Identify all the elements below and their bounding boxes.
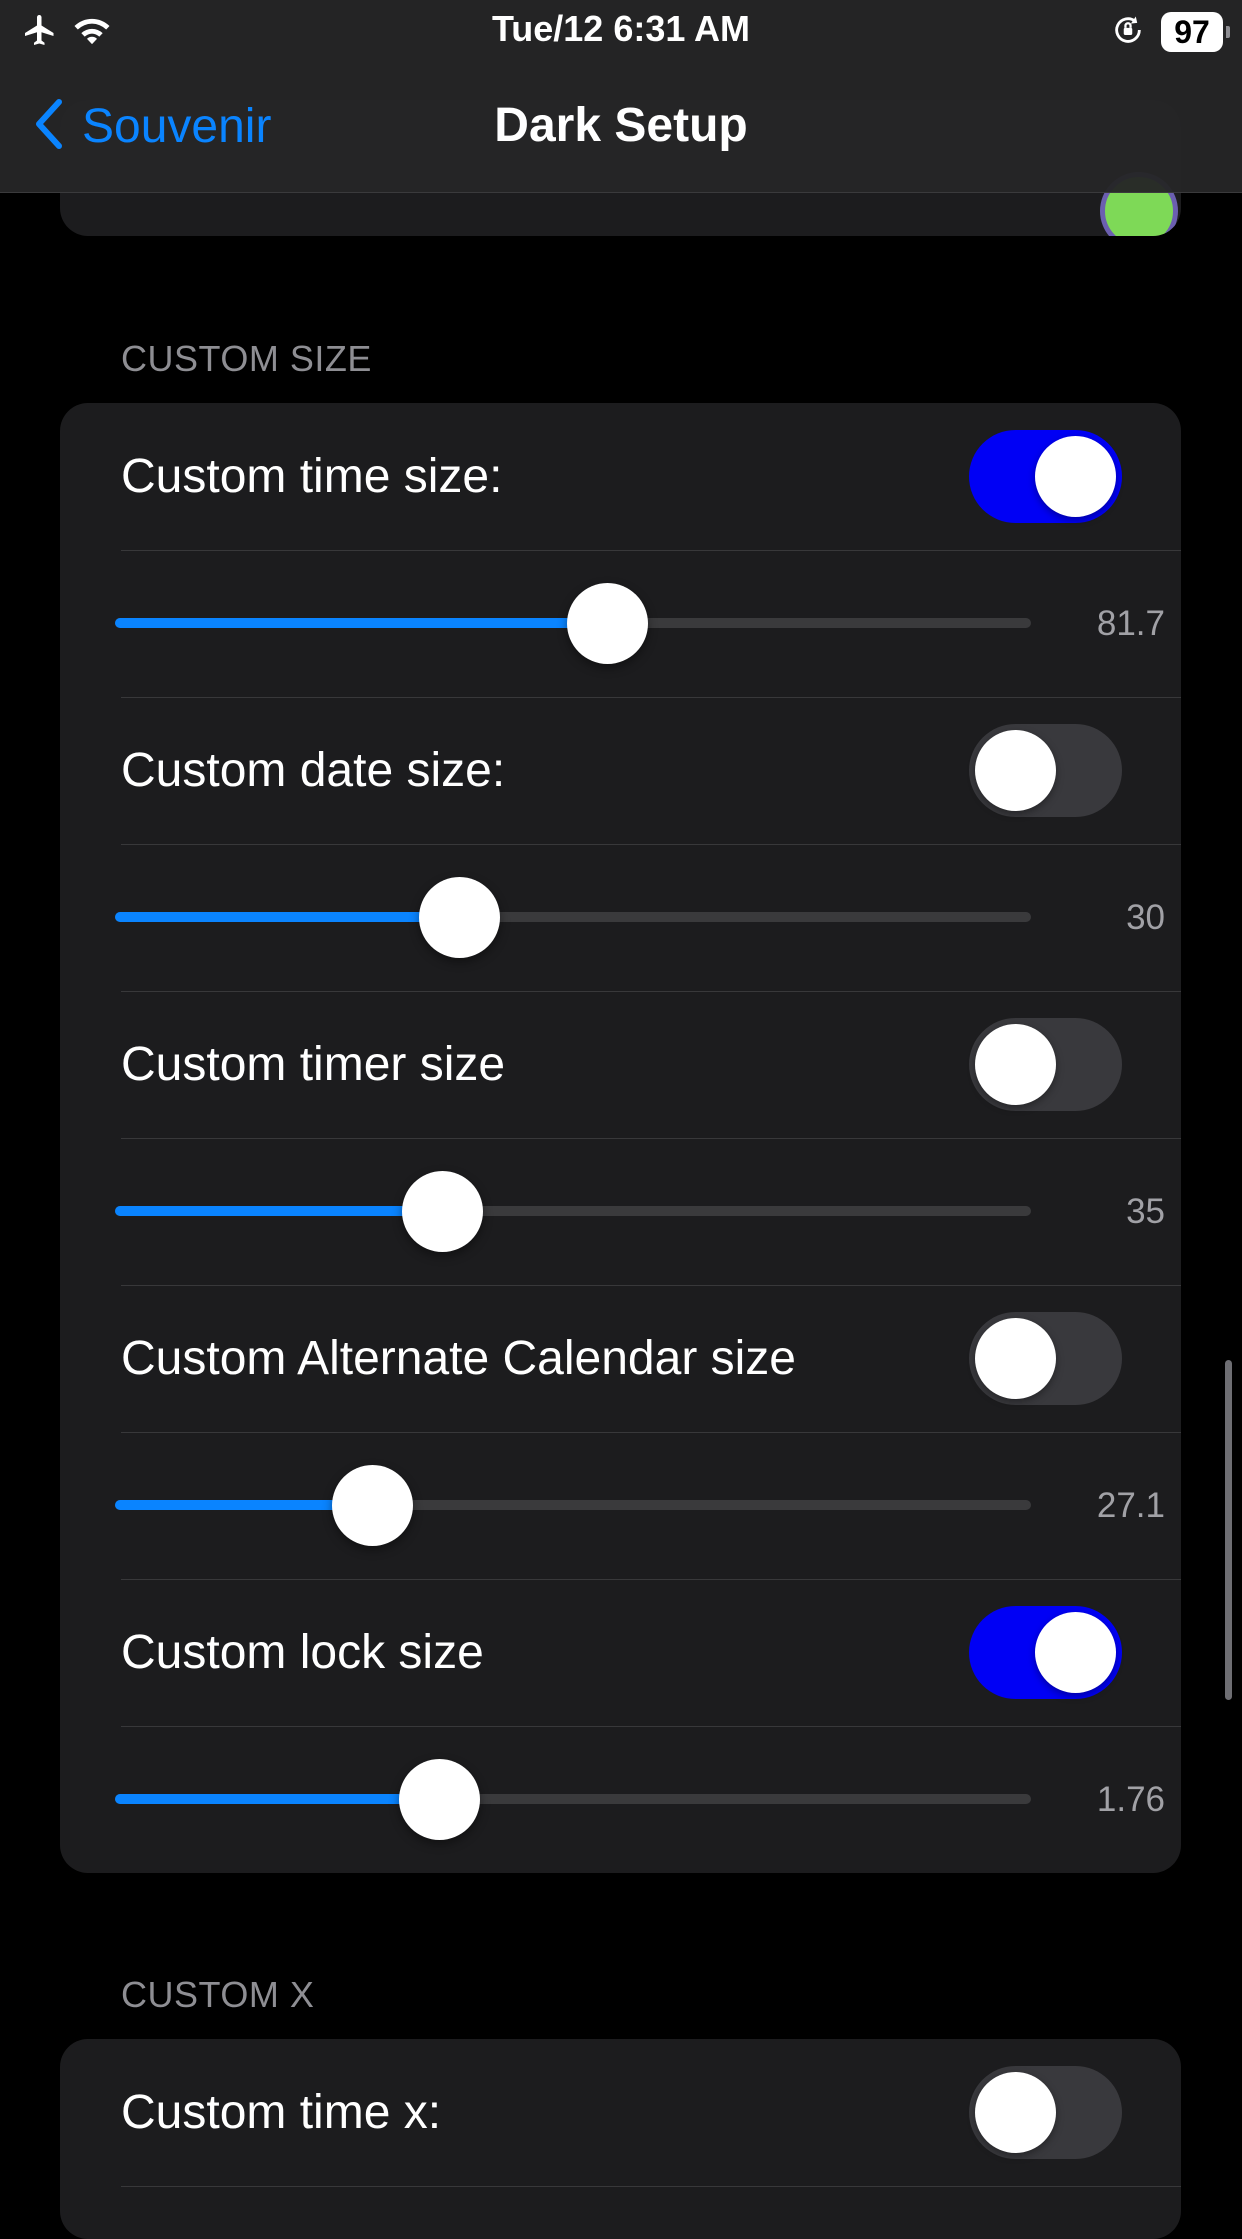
battery-level: 97 xyxy=(1161,12,1223,52)
scroll-indicator[interactable] xyxy=(1225,1360,1232,1700)
custom-alternate-calendar-size-row: Custom Alternate Calendar size xyxy=(60,1285,1181,1432)
custom-time-size-row: Custom time size: xyxy=(60,403,1181,550)
slider-thumb[interactable] xyxy=(332,1465,414,1546)
custom-timer-size-slider[interactable] xyxy=(115,1138,1031,1285)
custom-time-size-label: Custom time size: xyxy=(121,450,503,503)
custom-timer-size-label: Custom timer size xyxy=(121,1038,506,1091)
custom-size-card: Custom time size: 81.7 Custom date size: xyxy=(60,403,1181,1873)
custom-date-size-switch[interactable] xyxy=(969,724,1122,817)
battery-icon: 97 xyxy=(1161,12,1230,52)
slider-fill xyxy=(115,1794,440,1804)
switch-knob xyxy=(975,1318,1056,1399)
custom-lock-size-switch[interactable] xyxy=(969,1606,1122,1699)
custom-timer-size-value: 35 xyxy=(1126,1192,1165,1231)
custom-x-card: Custom time x: xyxy=(60,2039,1181,2239)
slider-fill xyxy=(115,1206,442,1216)
row-separator xyxy=(121,2186,1181,2187)
custom-date-size-label: Custom date size: xyxy=(121,744,506,797)
switch-knob xyxy=(975,1024,1056,1105)
navigation-bar: Tue/12 6:31 AM 97 Souvenir Dark Setup xyxy=(0,0,1242,193)
status-time: Tue/12 6:31 AM xyxy=(491,8,751,49)
slider-fill xyxy=(115,912,460,922)
custom-alternate-calendar-size-switch[interactable] xyxy=(969,1312,1122,1405)
custom-time-x-label: Custom time x: xyxy=(121,2086,442,2139)
switch-knob xyxy=(1035,436,1116,517)
custom-date-size-row: Custom date size: xyxy=(60,697,1181,844)
custom-time-x-switch[interactable] xyxy=(969,2066,1122,2159)
custom-time-size-slider[interactable] xyxy=(115,550,1031,697)
battery-tip xyxy=(1226,26,1230,38)
custom-alternate-calendar-size-value: 27.1 xyxy=(1096,1486,1165,1525)
settings-scroll-view[interactable]: CUSTOM SIZE Custom time size: 81.7 Custo… xyxy=(0,0,1242,2239)
slider-thumb[interactable] xyxy=(566,583,648,664)
slider-thumb[interactable] xyxy=(419,877,501,958)
page-title: Dark Setup xyxy=(494,99,748,152)
status-right-icons: 97 xyxy=(1111,10,1230,54)
custom-time-size-value: 81.7 xyxy=(1096,604,1165,643)
custom-alternate-calendar-size-slider[interactable] xyxy=(115,1432,1031,1579)
custom-alternate-calendar-size-slider-row: 27.1 xyxy=(60,1432,1181,1579)
custom-time-size-slider-row: 81.7 xyxy=(60,550,1181,697)
slider-fill xyxy=(115,618,607,628)
custom-lock-size-label: Custom lock size xyxy=(121,1626,484,1679)
custom-timer-size-slider-row: 35 xyxy=(60,1138,1181,1285)
custom-date-size-value: 30 xyxy=(1126,898,1165,937)
next-row xyxy=(60,2186,1181,2239)
section-header-custom-size: CUSTOM SIZE xyxy=(121,338,372,379)
custom-lock-size-slider[interactable] xyxy=(115,1726,1031,1873)
custom-timer-size-switch[interactable] xyxy=(969,1018,1122,1111)
custom-time-size-switch[interactable] xyxy=(969,430,1122,523)
switch-knob xyxy=(975,730,1056,811)
slider-thumb[interactable] xyxy=(399,1759,481,1840)
custom-date-size-slider[interactable] xyxy=(115,844,1031,991)
slider-thumb[interactable] xyxy=(402,1171,483,1252)
custom-time-x-row: Custom time x: xyxy=(60,2039,1181,2186)
custom-lock-size-slider-row: 1.76 xyxy=(60,1726,1181,1873)
switch-knob xyxy=(975,2072,1056,2153)
custom-alternate-calendar-size-label: Custom Alternate Calendar size xyxy=(121,1332,796,1385)
section-header-custom-x: CUSTOM X xyxy=(121,1974,315,2015)
custom-lock-size-value: 1.76 xyxy=(1096,1780,1165,1819)
custom-date-size-slider-row: 30 xyxy=(60,844,1181,991)
custom-lock-size-row: Custom lock size xyxy=(60,1579,1181,1726)
custom-timer-size-row: Custom timer size xyxy=(60,991,1181,1138)
switch-knob xyxy=(1035,1612,1116,1693)
orientation-lock-icon xyxy=(1111,13,1145,52)
